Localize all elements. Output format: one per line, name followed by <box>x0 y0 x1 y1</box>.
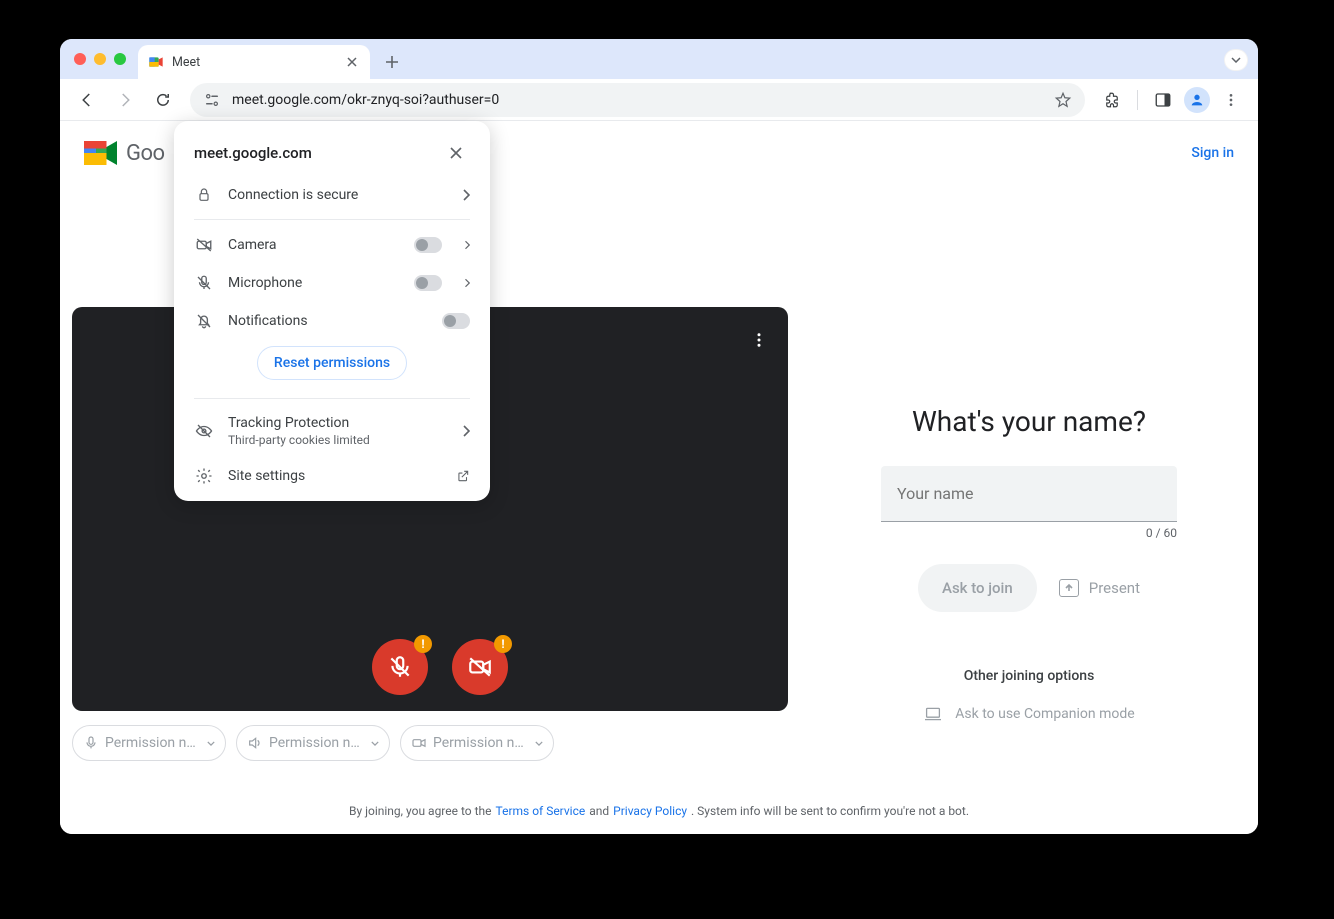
microphone-permission-row[interactable]: Microphone <box>174 264 490 302</box>
meet-logo: Goo <box>84 138 165 168</box>
toolbar-separator <box>1137 90 1138 110</box>
mic-alert-badge: ! <box>414 635 432 653</box>
ask-to-join-button[interactable]: Ask to join <box>918 564 1037 612</box>
back-button[interactable] <box>70 83 104 117</box>
camera-off-button[interactable]: ! <box>452 639 508 695</box>
logo-text: Goo <box>126 141 165 166</box>
extensions-icon[interactable] <box>1095 83 1129 117</box>
footer-text-post: . System info will be sent to confirm yo… <box>691 804 969 818</box>
eye-off-icon <box>194 422 214 440</box>
side-panel-icon[interactable] <box>1146 83 1180 117</box>
url-text: meet.google.com/okr-znyq-soi?authuser=0 <box>232 92 1043 108</box>
chip-label: Permission ne… <box>269 735 365 751</box>
sign-in-link[interactable]: Sign in <box>1191 145 1234 161</box>
footer-and: and <box>589 804 609 818</box>
reset-permissions-wrap: Reset permissions <box>174 340 490 392</box>
camera-toggle[interactable] <box>414 237 442 253</box>
tracking-protection-row[interactable]: Tracking Protection Third-party cookies … <box>174 405 490 457</box>
secure-label: Connection is secure <box>228 187 448 203</box>
browser-window: Meet meet.google.com/okr-znyq-soi?authus… <box>60 39 1258 834</box>
microphone-label: Microphone <box>228 275 400 291</box>
microphone-toggle[interactable] <box>414 275 442 291</box>
join-buttons-row: Ask to join Present <box>918 564 1140 612</box>
site-info-popover: meet.google.com Connection is secure <box>174 121 490 501</box>
close-window-button[interactable] <box>74 53 86 65</box>
camera-permission-chip[interactable]: Permission ne… <box>400 725 554 761</box>
window-controls <box>74 53 126 65</box>
connection-secure-row[interactable]: Connection is secure <box>174 177 490 213</box>
right-panel: What's your name? 0 / 60 Ask to join Pre… <box>800 185 1258 788</box>
notifications-label: Notifications <box>228 313 428 329</box>
camera-permission-row[interactable]: Camera <box>174 226 490 264</box>
open-external-icon <box>456 469 470 483</box>
present-icon <box>1059 579 1079 597</box>
notifications-toggle[interactable] <box>442 313 470 329</box>
tab-meet[interactable]: Meet <box>138 45 370 79</box>
popover-divider <box>194 219 470 220</box>
name-prompt-heading: What's your name? <box>912 405 1146 438</box>
permission-chips-row: Permission ne… Permission ne… Permission… <box>72 725 788 761</box>
popover-divider <box>194 398 470 399</box>
tab-search-button[interactable] <box>1224 49 1248 71</box>
speaker-permission-chip[interactable]: Permission ne… <box>236 725 390 761</box>
gear-icon <box>194 467 214 485</box>
name-input[interactable] <box>897 484 1161 503</box>
site-settings-row[interactable]: Site settings <box>174 457 490 495</box>
lock-icon <box>194 187 214 203</box>
present-label: Present <box>1089 579 1140 597</box>
reload-button[interactable] <box>146 83 180 117</box>
profile-avatar[interactable] <box>1184 87 1210 113</box>
notifications-permission-row[interactable]: Notifications <box>174 302 490 340</box>
page-content: Goo Sign in ! ! <box>60 121 1258 834</box>
close-popover-icon[interactable] <box>442 139 470 167</box>
preview-more-icon[interactable] <box>750 331 768 349</box>
maximize-window-button[interactable] <box>114 53 126 65</box>
chip-label: Permission ne… <box>105 735 201 751</box>
bell-off-icon <box>194 312 214 330</box>
chip-label: Permission ne… <box>433 735 529 751</box>
mic-off-icon <box>194 274 214 292</box>
camera-off-icon <box>194 236 214 254</box>
site-info-icon[interactable] <box>202 90 222 110</box>
chevron-right-icon <box>462 189 470 201</box>
popover-domain: meet.google.com <box>194 144 312 162</box>
present-button[interactable]: Present <box>1059 579 1140 597</box>
privacy-link[interactable]: Privacy Policy <box>613 804 687 818</box>
address-bar[interactable]: meet.google.com/okr-znyq-soi?authuser=0 <box>190 83 1085 117</box>
popover-header: meet.google.com <box>174 135 490 177</box>
companion-mode-button[interactable]: Ask to use Companion mode <box>923 706 1134 722</box>
footer: By joining, you agree to the Terms of Se… <box>60 788 1258 834</box>
forward-button[interactable] <box>108 83 142 117</box>
minimize-window-button[interactable] <box>94 53 106 65</box>
reset-permissions-button[interactable]: Reset permissions <box>257 346 407 380</box>
camera-label: Camera <box>228 237 400 253</box>
meet-favicon <box>148 54 164 70</box>
camera-alert-badge: ! <box>494 635 512 653</box>
mic-permission-chip[interactable]: Permission ne… <box>72 725 226 761</box>
chevron-right-icon <box>464 278 470 288</box>
tracking-sub: Third-party cookies limited <box>228 433 448 447</box>
chevron-right-icon <box>464 240 470 250</box>
footer-text-pre: By joining, you agree to the <box>349 804 492 818</box>
browser-toolbar: meet.google.com/okr-znyq-soi?authuser=0 <box>60 79 1258 121</box>
close-tab-icon[interactable] <box>344 54 360 70</box>
chevron-right-icon <box>462 425 470 437</box>
tracking-title: Tracking Protection <box>228 415 448 431</box>
companion-label: Ask to use Companion mode <box>955 706 1134 722</box>
tab-title: Meet <box>172 55 200 70</box>
menu-icon[interactable] <box>1214 83 1248 117</box>
site-settings-label: Site settings <box>228 468 442 484</box>
new-tab-button[interactable] <box>378 48 406 76</box>
bookmark-icon[interactable] <box>1053 90 1073 110</box>
laptop-icon <box>923 706 943 722</box>
tracking-labels: Tracking Protection Third-party cookies … <box>228 415 448 447</box>
other-joining-options-label: Other joining options <box>964 668 1095 684</box>
tos-link[interactable]: Terms of Service <box>496 804 586 818</box>
name-input-container[interactable] <box>881 466 1177 522</box>
character-counter: 0 / 60 <box>881 526 1177 540</box>
tab-strip: Meet <box>60 39 1258 79</box>
mic-off-button[interactable]: ! <box>372 639 428 695</box>
